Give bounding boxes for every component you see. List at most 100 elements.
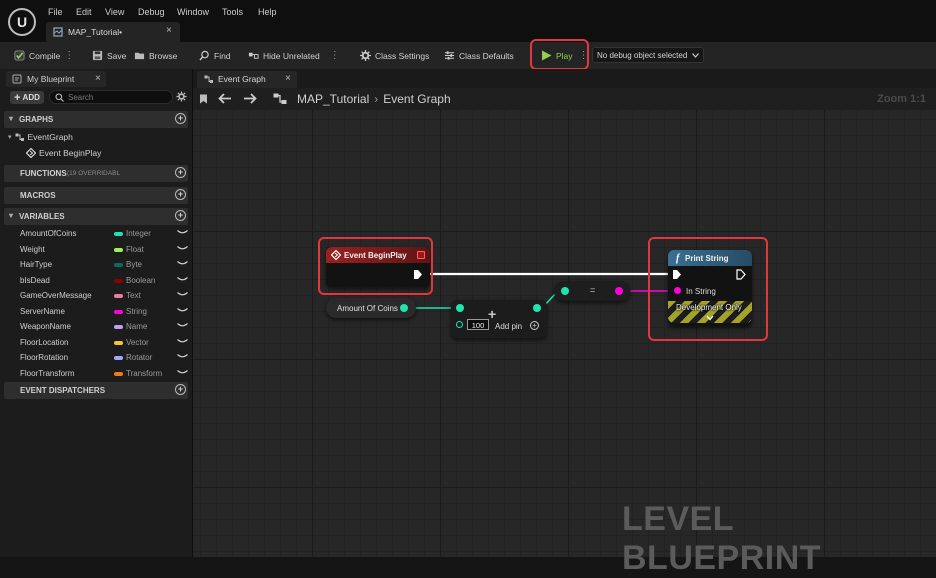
add-value-input[interactable]: 100 — [467, 319, 489, 330]
hide-unrelated-button[interactable]: Hide Unrelated ⋮ — [248, 48, 340, 63]
forward-arrow-icon[interactable] — [243, 93, 257, 104]
back-arrow-icon[interactable] — [218, 93, 232, 104]
variable-row[interactable]: GameOverMessage Text — [0, 288, 192, 303]
menu-debug[interactable]: Debug — [138, 7, 165, 17]
browse-folder-icon — [134, 52, 145, 60]
tab-event-graph[interactable]: Event Graph × — [197, 71, 297, 88]
find-button[interactable]: Find — [199, 48, 231, 63]
eye-closed-icon[interactable] — [177, 369, 188, 376]
debug-object-select[interactable]: No debug object selected — [592, 47, 704, 63]
search-input[interactable] — [68, 91, 168, 103]
variable-row[interactable]: WeaponName Name — [0, 319, 192, 334]
eye-closed-icon[interactable] — [177, 276, 188, 283]
variable-row[interactable]: bIsDead Boolean — [0, 273, 192, 288]
menu-view[interactable]: View — [105, 7, 124, 17]
eye-closed-icon[interactable] — [177, 338, 188, 345]
variable-type: Rotator — [126, 353, 153, 362]
eye-closed-icon[interactable] — [177, 245, 188, 252]
section-event-dispatchers[interactable]: EVENT DISPATCHERS + — [4, 382, 188, 399]
menu-window[interactable]: Window — [177, 7, 209, 17]
add-node[interactable]: 100 + Add pin + — [451, 300, 547, 338]
eye-closed-icon[interactable] — [177, 322, 188, 329]
breadcrumb: MAP_Tutorial › Event Graph — [297, 92, 451, 106]
compile-label: Compile — [29, 50, 61, 61]
add-event-dispatcher-icon[interactable]: + — [175, 384, 186, 395]
add-variable-icon[interactable]: + — [175, 210, 186, 221]
unreal-engine-logo-icon[interactable]: U — [8, 8, 36, 36]
compile-button[interactable]: Compile ⋮ — [14, 48, 74, 63]
menu-edit[interactable]: Edit — [76, 7, 92, 17]
string-out-pin-icon[interactable] — [615, 287, 623, 295]
asset-tab[interactable]: MAP_Tutorial• × — [46, 22, 180, 42]
eye-closed-icon[interactable] — [177, 229, 188, 236]
section-graphs-label: GRAPHS — [19, 115, 54, 124]
integer-in-pin-empty-icon[interactable] — [456, 321, 463, 328]
asset-tab-label: MAP_Tutorial• — [68, 27, 123, 37]
tree-item-event-beginplay[interactable]: Event BeginPlay — [26, 148, 101, 158]
eye-closed-icon[interactable] — [177, 260, 188, 267]
menu-help[interactable]: Help — [258, 7, 277, 17]
event-diamond-icon — [26, 148, 36, 158]
menu-tools[interactable]: Tools — [222, 7, 243, 17]
my-blueprint-tab[interactable]: My Blueprint × — [6, 71, 106, 87]
variable-row[interactable]: FloorRotation Rotator — [0, 350, 192, 365]
variable-row[interactable]: HairType Byte — [0, 257, 192, 272]
variable-name: FloorRotation — [20, 353, 69, 362]
class-defaults-button[interactable]: Class Defaults — [444, 48, 514, 63]
section-functions-label: FUNCTIONS — [20, 169, 67, 178]
breadcrumb-root[interactable]: MAP_Tutorial — [297, 92, 369, 106]
int-to-string-conversion-node[interactable]: = — [554, 281, 630, 301]
variable-name: Weight — [20, 244, 45, 254]
variable-row[interactable]: FloorTransform Transform — [0, 366, 192, 381]
section-functions[interactable]: FUNCTIONS (19 OVERRIDABL + — [4, 165, 188, 182]
add-macro-icon[interactable]: + — [175, 189, 186, 200]
variable-name: GameOverMessage — [20, 291, 92, 300]
graph-canvas[interactable]: Event BeginPlay Amount Of Coins 100 + Ad… — [193, 110, 936, 557]
bookmark-icon[interactable] — [199, 94, 208, 104]
save-button[interactable]: Save — [92, 48, 126, 63]
close-icon[interactable]: × — [95, 73, 101, 84]
breadcrumb-current: Event Graph — [383, 92, 451, 106]
browse-button[interactable]: Browse — [134, 48, 177, 63]
variable-type: Boolean — [126, 275, 156, 285]
add-function-icon[interactable]: + — [175, 167, 186, 178]
eye-closed-icon[interactable] — [177, 353, 188, 360]
variable-row[interactable]: Weight Float — [0, 242, 192, 257]
section-variables[interactable]: ▾ VARIABLES + — [4, 208, 188, 225]
blueprint-icon — [12, 74, 22, 84]
compile-check-icon — [14, 50, 25, 61]
save-label: Save — [107, 50, 127, 61]
section-graphs[interactable]: ▾ GRAPHS + — [4, 111, 188, 128]
variable-type-pill-icon — [114, 340, 123, 345]
variable-row[interactable]: AmountOfCoins Integer — [0, 226, 192, 241]
menu-file[interactable]: File — [48, 7, 63, 17]
debug-object-value: No debug object selected — [597, 50, 688, 60]
settings-gear-icon[interactable] — [176, 91, 187, 102]
class-settings-button[interactable]: Class Settings — [360, 48, 429, 63]
variable-row[interactable]: ServerName String — [0, 304, 192, 319]
add-pin-label[interactable]: Add pin — [495, 322, 522, 331]
hide-unrelated-options-icon[interactable]: ⋮ — [330, 50, 340, 61]
amount-of-coins-getter-node[interactable]: Amount Of Coins — [326, 298, 416, 318]
add-graph-icon[interactable]: + — [175, 113, 186, 124]
integer-out-pin-icon[interactable] — [400, 304, 408, 312]
variable-row[interactable]: FloorLocation Vector — [0, 335, 192, 350]
variable-type: Float — [126, 244, 144, 254]
compile-options-icon[interactable]: ⋮ — [64, 50, 74, 61]
variable-type: Name — [126, 322, 148, 331]
chevron-down-icon: ▾ — [8, 134, 12, 141]
integer-out-pin-icon[interactable] — [533, 304, 541, 312]
add-pin-plus-icon[interactable]: + — [530, 321, 539, 330]
section-macros-label: MACROS — [20, 191, 56, 200]
variable-type: Byte — [126, 260, 143, 269]
eye-closed-icon[interactable] — [177, 291, 188, 298]
section-macros[interactable]: MACROS + — [4, 187, 188, 204]
integer-in-pin-icon[interactable] — [561, 287, 569, 295]
add-button[interactable]: + ADD — [10, 91, 44, 104]
close-icon[interactable]: × — [285, 73, 291, 84]
search-box[interactable] — [49, 90, 173, 104]
eye-closed-icon[interactable] — [177, 307, 188, 314]
close-icon[interactable]: × — [166, 25, 172, 36]
tree-item-eventgraph[interactable]: ▾ EventGraph — [8, 132, 73, 142]
integer-in-pin-icon[interactable] — [456, 304, 464, 312]
